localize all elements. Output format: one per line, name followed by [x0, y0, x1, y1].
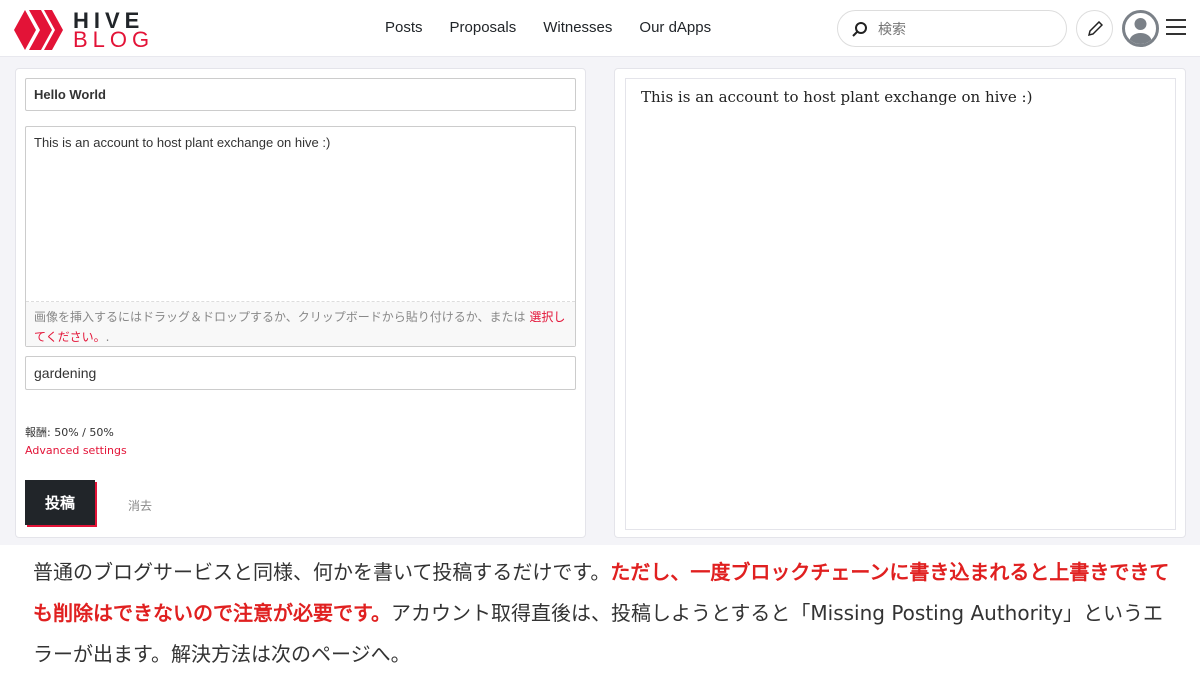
nav-our-dapps[interactable]: Our dApps [639, 19, 711, 36]
advanced-settings-link[interactable]: Advanced settings [25, 444, 127, 457]
search-icon [852, 21, 867, 37]
user-icon [1129, 18, 1152, 44]
nav-witnesses[interactable]: Witnesses [543, 19, 612, 36]
body-textarea[interactable]: This is an account to host plant exchang… [25, 126, 576, 347]
user-avatar[interactable] [1122, 10, 1159, 47]
header: HIVE BLOG Posts Proposals Witnesses Our d… [0, 0, 1200, 57]
search-box[interactable] [837, 10, 1067, 47]
body-text[interactable]: This is an account to host plant exchang… [26, 127, 575, 302]
nav-proposals[interactable]: Proposals [450, 19, 517, 36]
tags-input[interactable]: gardening [25, 356, 576, 390]
nav-posts[interactable]: Posts [385, 19, 423, 36]
submit-button[interactable]: 投稿 [25, 480, 95, 525]
write-post-button[interactable] [1076, 10, 1113, 47]
search-input[interactable] [878, 20, 1048, 37]
hive-logo[interactable]: HIVE BLOG [14, 10, 155, 52]
hamburger-menu-icon[interactable] [1166, 19, 1186, 40]
hint-end: . [105, 330, 110, 344]
clear-button[interactable]: 消去 [128, 497, 152, 514]
logo-blog-text: BLOG [73, 27, 155, 52]
hive-logo-icon [14, 10, 63, 50]
reward-label: 報酬: 50% / 50% [25, 426, 114, 439]
image-upload-hint: 画像を挿入するにはドラッグ＆ドロップするか、クリップボードから貼り付けるか、また… [26, 302, 575, 346]
title-input[interactable]: Hello World [25, 78, 576, 111]
pencil-icon [1087, 20, 1103, 36]
caption-text-1: 普通のブログサービスと同様、何かを書いて投稿するだけです。 [33, 560, 611, 584]
main-nav: Posts Proposals Witnesses Our dApps [385, 19, 711, 36]
hint-text: 画像を挿入するにはドラッグ＆ドロップするか、クリップボードから貼り付けるか、また… [34, 310, 530, 324]
caption: 普通のブログサービスと同様、何かを書いて投稿するだけです。ただし、一度ブロックチ… [33, 552, 1173, 675]
preview-content: This is an account to host plant exchang… [625, 78, 1176, 530]
preview-text: This is an account to host plant exchang… [641, 88, 1033, 106]
